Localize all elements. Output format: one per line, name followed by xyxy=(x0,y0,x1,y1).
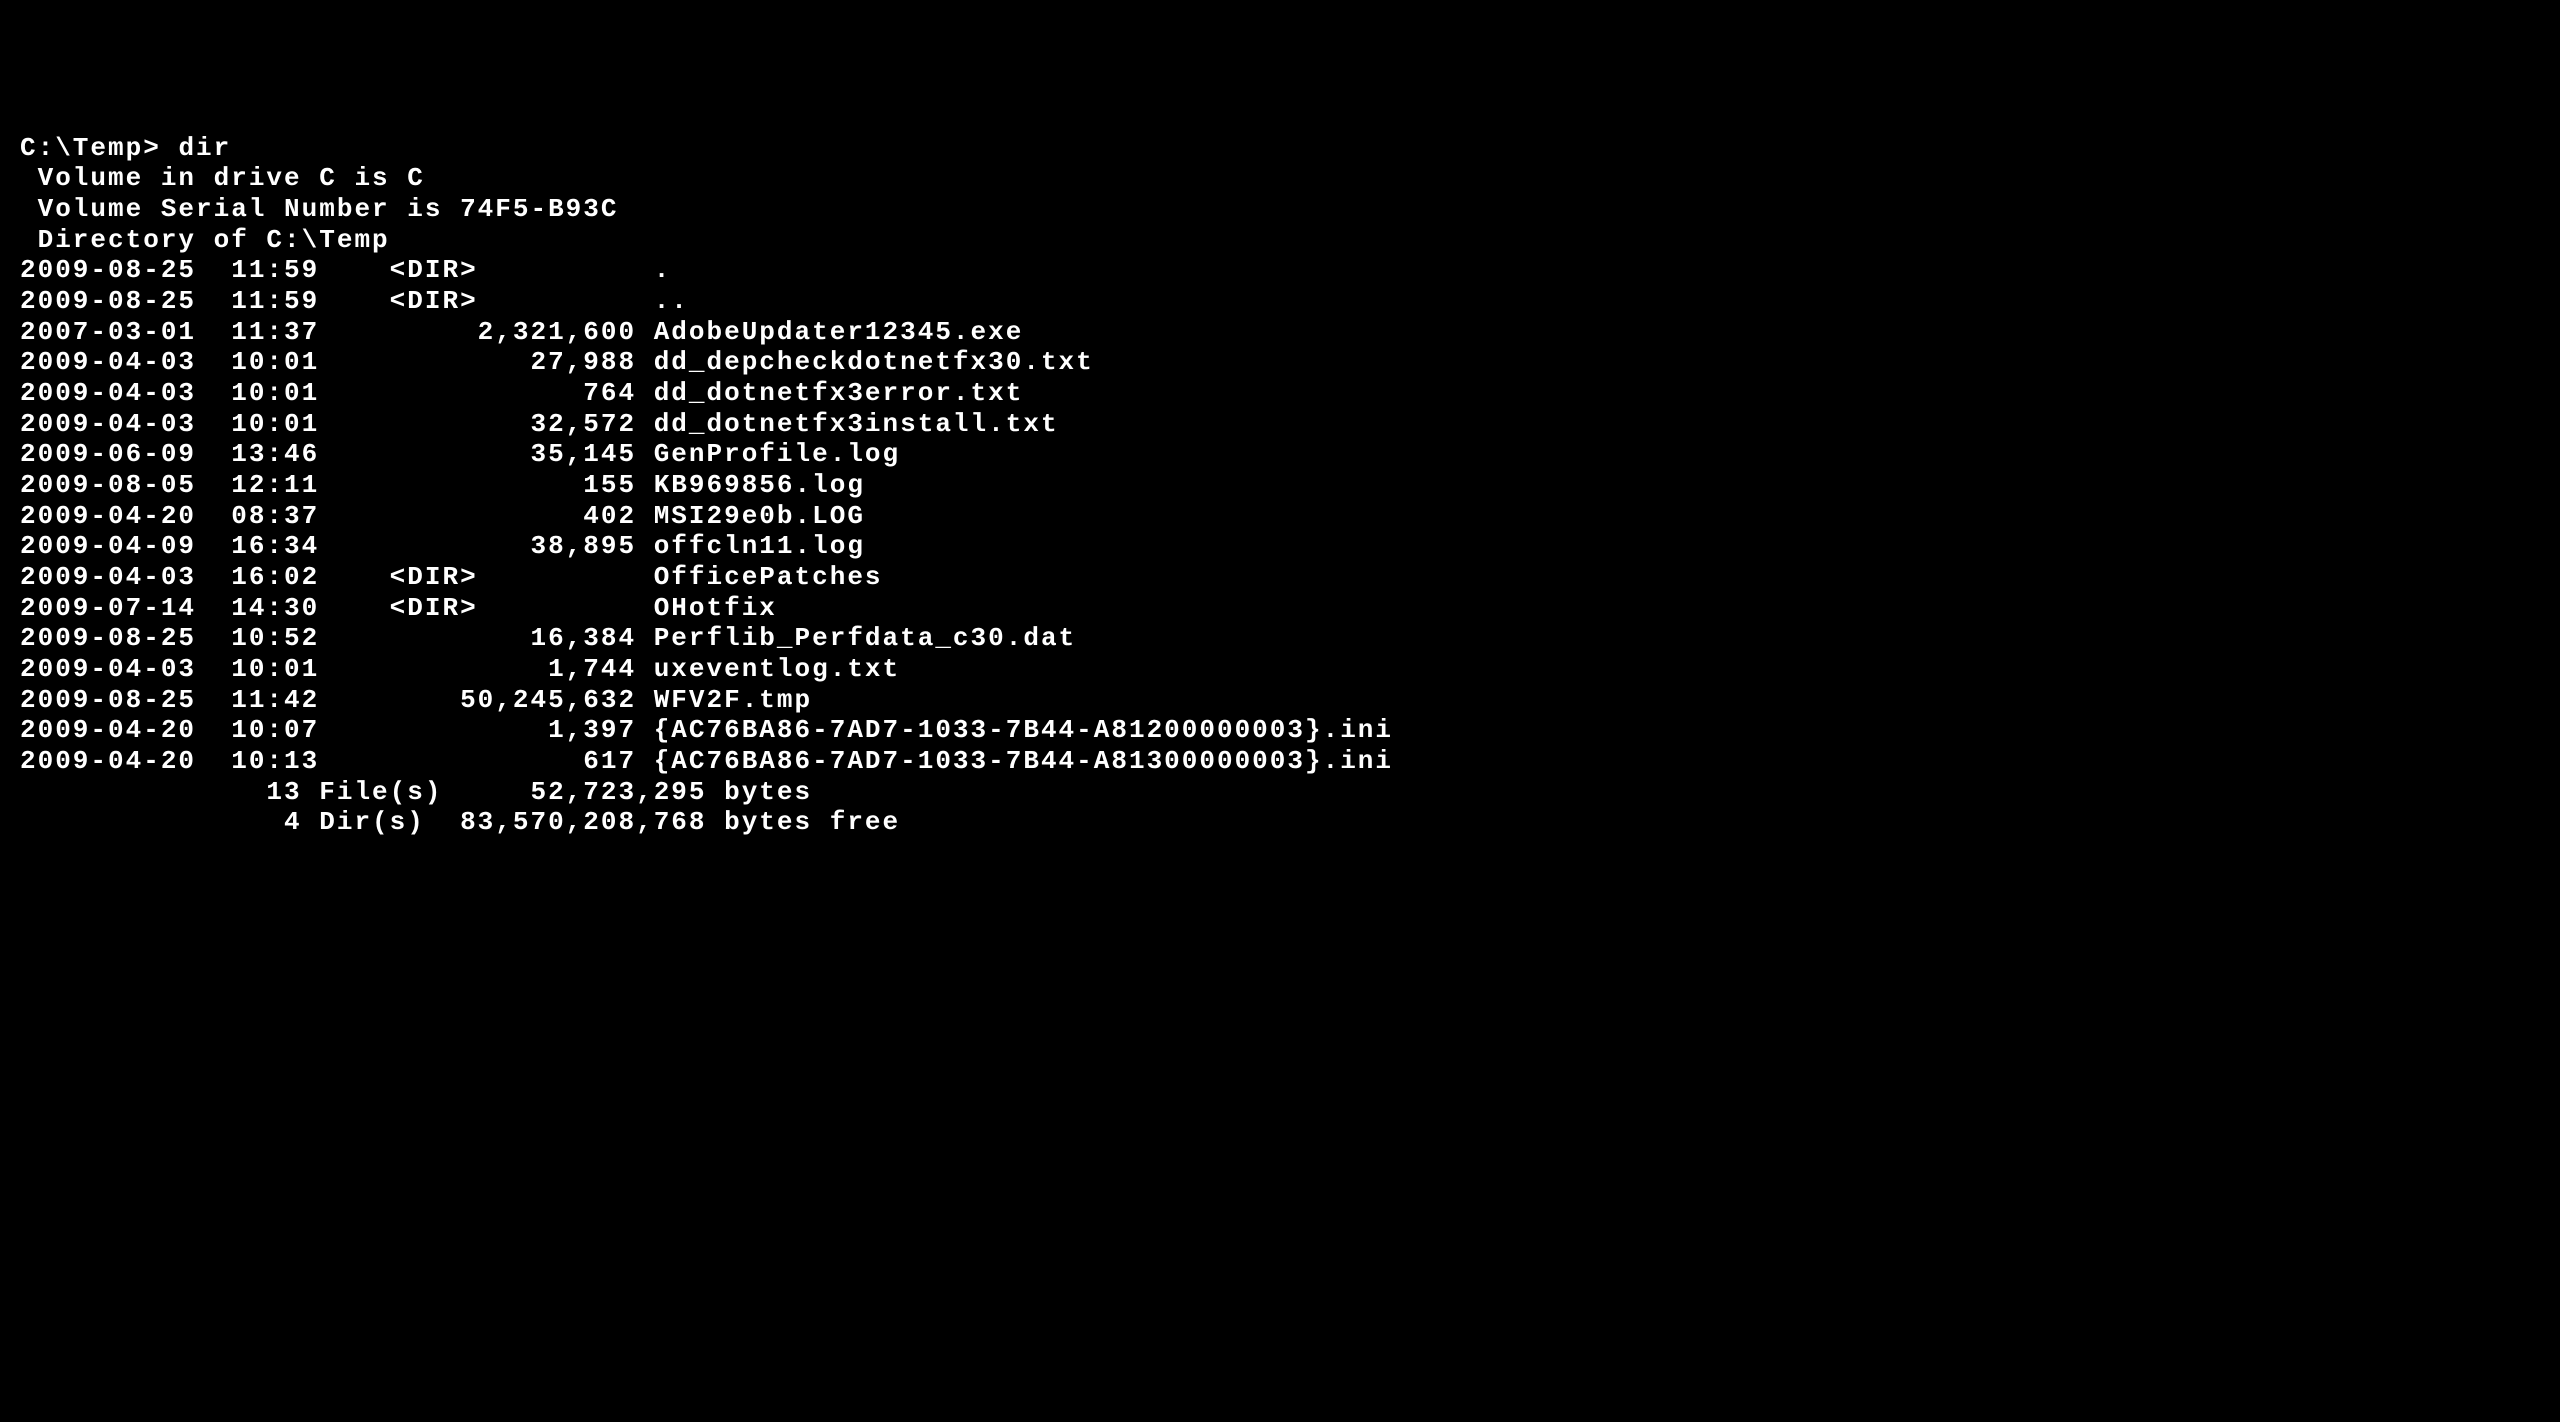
serial-line: Volume Serial Number is 74F5-B93C xyxy=(20,194,2540,225)
file-row: 2009-04-20 10:13 617 {AC76BA86-7AD7-1033… xyxy=(20,746,2540,777)
summary-files: 13 File(s) 52,723,295 bytes xyxy=(20,777,2540,808)
terminal-output[interactable]: C:\Temp> dir Volume in drive C is C Volu… xyxy=(20,133,2540,838)
volume-line: Volume in drive C is C xyxy=(20,163,2540,194)
file-row: 2009-06-09 13:46 35,145 GenProfile.log xyxy=(20,439,2540,470)
file-row: 2009-08-05 12:11 155 KB969856.log xyxy=(20,470,2540,501)
file-row: 2009-08-25 11:59 <DIR> .. xyxy=(20,286,2540,317)
file-row: 2009-04-09 16:34 38,895 offcln11.log xyxy=(20,531,2540,562)
file-row: 2007-03-01 11:37 2,321,600 AdobeUpdater1… xyxy=(20,317,2540,348)
summary-dirs: 4 Dir(s) 83,570,208,768 bytes free xyxy=(20,807,2540,838)
file-row: 2009-04-03 10:01 32,572 dd_dotnetfx3inst… xyxy=(20,409,2540,440)
file-row: 2009-08-25 11:59 <DIR> . xyxy=(20,255,2540,286)
file-row: 2009-04-03 10:01 764 dd_dotnetfx3error.t… xyxy=(20,378,2540,409)
directory-line: Directory of C:\Temp xyxy=(20,225,2540,256)
file-row: 2009-08-25 10:52 16,384 Perflib_Perfdata… xyxy=(20,623,2540,654)
file-row: 2009-08-25 11:42 50,245,632 WFV2F.tmp xyxy=(20,685,2540,716)
file-row: 2009-07-14 14:30 <DIR> OHotfix xyxy=(20,593,2540,624)
file-row: 2009-04-03 16:02 <DIR> OfficePatches xyxy=(20,562,2540,593)
file-row: 2009-04-20 10:07 1,397 {AC76BA86-7AD7-10… xyxy=(20,715,2540,746)
file-listing: 2009-08-25 11:59 <DIR> .2009-08-25 11:59… xyxy=(20,255,2540,776)
command-line: C:\Temp> dir xyxy=(20,133,2540,164)
command: dir xyxy=(178,133,231,163)
file-row: 2009-04-03 10:01 1,744 uxeventlog.txt xyxy=(20,654,2540,685)
file-row: 2009-04-20 08:37 402 MSI29e0b.LOG xyxy=(20,501,2540,532)
prompt: C:\Temp> xyxy=(20,133,161,163)
file-row: 2009-04-03 10:01 27,988 dd_depcheckdotne… xyxy=(20,347,2540,378)
